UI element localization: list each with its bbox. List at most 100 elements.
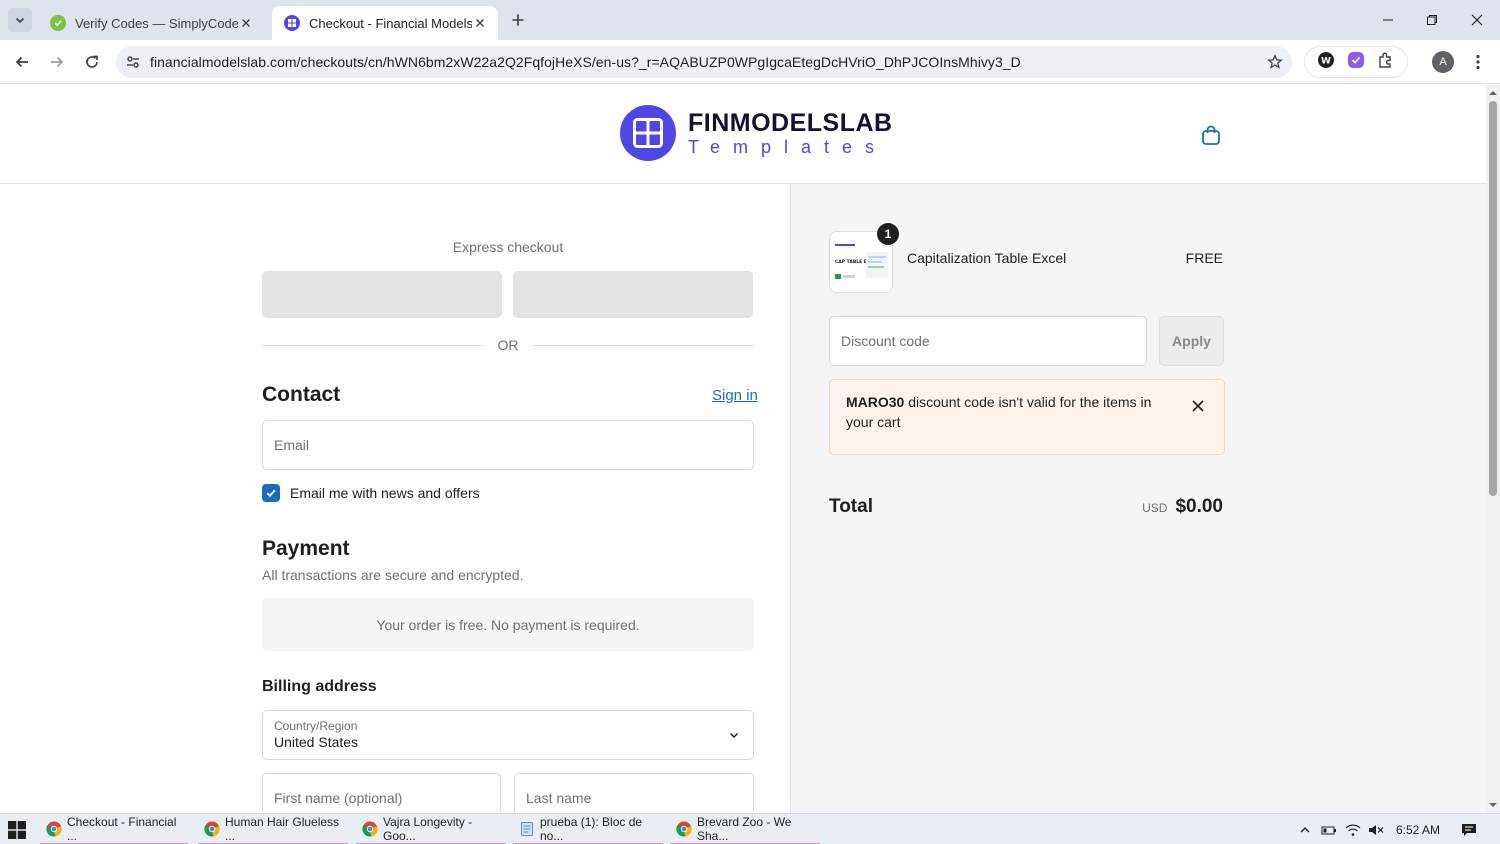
express-pay-button-1[interactable] [262,271,502,318]
extension-wordtune-icon[interactable]: W [1317,51,1335,74]
payment-secure-note: All transactions are secure and encrypte… [262,567,524,583]
product-price: FREE [1185,250,1223,266]
restore-icon [1427,15,1437,25]
store-header: FINMODELSLAB Templates [0,85,1486,184]
close-tab-icon[interactable] [238,15,254,31]
plus-icon [512,14,524,26]
notepad-icon [521,821,533,836]
country-select[interactable]: Country/Region United States [262,710,754,760]
minimize-button[interactable] [1366,0,1410,40]
reload-icon [86,55,98,68]
tab-checkout[interactable]: Checkout - Financial Models Lab [272,6,498,40]
last-name-field[interactable]: Last name [514,773,754,813]
svg-text:W: W [1321,56,1331,66]
reload-button[interactable] [78,48,106,76]
chevron-up-icon [1300,826,1310,832]
finmodelslab-favicon-icon [284,15,300,31]
checkmark-icon [266,489,276,498]
country-label: Country/Region [274,719,358,733]
taskbar-label: Vajra Longevity - Goo... [383,814,473,843]
bookmark-star-icon[interactable] [1258,54,1292,70]
chevron-down-icon [15,17,25,24]
billing-heading: Billing address [262,678,377,695]
taskbar-item-checkout[interactable]: Checkout - Financial ... [40,814,188,844]
volume-muted-icon[interactable] [1366,814,1386,844]
url-text[interactable]: financialmodelslab.com/checkouts/cn/hWN6… [150,54,1258,70]
discount-code-field[interactable]: Discount code [829,316,1147,366]
forward-button[interactable] [43,48,71,76]
payment-heading: Payment [262,537,350,560]
cart-button[interactable] [1198,122,1224,148]
scroll-down-icon[interactable] [1489,801,1497,809]
total-label: Total [829,496,873,517]
newsletter-checkbox[interactable] [262,484,280,502]
windows-taskbar: Checkout - Financial ... Human Hair Glue… [0,813,1500,844]
show-hidden-icons-button[interactable] [1296,814,1314,844]
logo-name: FINMODELSLAB [688,108,893,137]
browser-toolbar: financialmodelslab.com/checkouts/cn/hWN6… [0,40,1500,84]
contact-heading: Contact [262,383,341,406]
email-field[interactable]: Email [262,420,754,470]
free-order-notice: Your order is free. No payment is requir… [262,598,754,651]
extension-simplycodes-icon[interactable] [1347,51,1365,74]
total-value: $0.00 [1175,496,1223,517]
minimize-icon [1383,19,1393,21]
newsletter-label: Email me with news and offers [290,485,480,501]
logo-grid-icon [620,105,676,161]
browser-tabstrip: Verify Codes — SimplyCodes Checkout - Fi… [0,0,1500,40]
close-tab-icon[interactable] [472,15,488,31]
extensions-group: W [1304,46,1408,78]
email-placeholder: Email [274,437,310,453]
browser-menu-button[interactable] [1466,50,1490,74]
total-currency: USD [1142,501,1168,515]
arrow-left-icon [15,56,28,68]
taskbar-item-vajra[interactable]: Vajra Longevity - Goo... [356,814,506,844]
tab-title: Verify Codes — SimplyCodes [75,15,238,31]
first-name-field[interactable]: First name (optional) [262,773,501,813]
extensions-puzzle-icon[interactable] [1377,51,1395,74]
quantity-badge: 1 [877,223,899,245]
site-info-icon[interactable] [116,54,150,70]
simplycodes-favicon-icon [50,15,66,31]
newsletter-option[interactable]: Email me with news and offers [262,484,480,502]
scrollbar-thumb[interactable] [1489,101,1497,496]
express-pay-button-2[interactable] [513,271,753,318]
windows-start-icon[interactable] [8,821,26,839]
back-button[interactable] [8,48,36,76]
arrow-right-icon [51,56,64,68]
battery-icon[interactable] [1319,814,1339,844]
express-checkout-title: Express checkout [452,239,564,255]
or-label: OR [497,337,519,353]
taskbar-label: prueba (1): Bloc de no... [540,814,643,843]
alert-code: MARO30 [846,394,905,410]
logo-tagline: Templates [688,136,888,157]
taskbar-item-human-hair[interactable]: Human Hair Glueless ... [198,814,348,844]
taskbar-item-brevard-zoo[interactable]: Brevard Zoo - We Sha... [670,814,820,844]
discount-error-alert: MARO30 discount code isn't valid for the… [829,379,1225,455]
taskbar-label: Brevard Zoo - We Sha... [697,814,792,843]
store-logo[interactable]: FINMODELSLAB Templates [620,105,893,161]
shopping-bag-icon [1202,125,1220,145]
notifications-icon[interactable] [1458,814,1480,844]
country-value: United States [274,734,359,750]
scroll-up-icon[interactable] [1489,89,1497,97]
taskbar-clock[interactable]: 6:52 AM [1396,823,1440,837]
chrome-icon [676,821,692,836]
chrome-icon [204,821,220,836]
tab-search-button[interactable] [8,8,32,32]
address-bar[interactable]: financialmodelslab.com/checkouts/cn/hWN6… [116,46,1292,78]
total-amount: USD $0.00 [1142,496,1223,518]
tab-simplycodes[interactable]: Verify Codes — SimplyCodes [38,6,264,40]
taskbar-item-notepad[interactable]: prueba (1): Bloc de no... [513,814,663,844]
profile-avatar[interactable]: A [1432,51,1454,73]
first-name-placeholder: First name (optional) [274,790,403,806]
page-scrollbar[interactable] [1486,85,1500,813]
new-tab-button[interactable] [506,8,530,32]
sign-in-link[interactable]: Sign in [712,387,758,404]
apply-discount-button[interactable]: Apply [1159,316,1224,366]
close-window-button[interactable] [1455,0,1499,40]
restore-button[interactable] [1410,0,1454,40]
close-icon[interactable] [1190,398,1206,414]
checkout-form: Express checkout OR Contact Sign in Emai… [0,184,790,813]
wifi-icon[interactable] [1343,814,1363,844]
